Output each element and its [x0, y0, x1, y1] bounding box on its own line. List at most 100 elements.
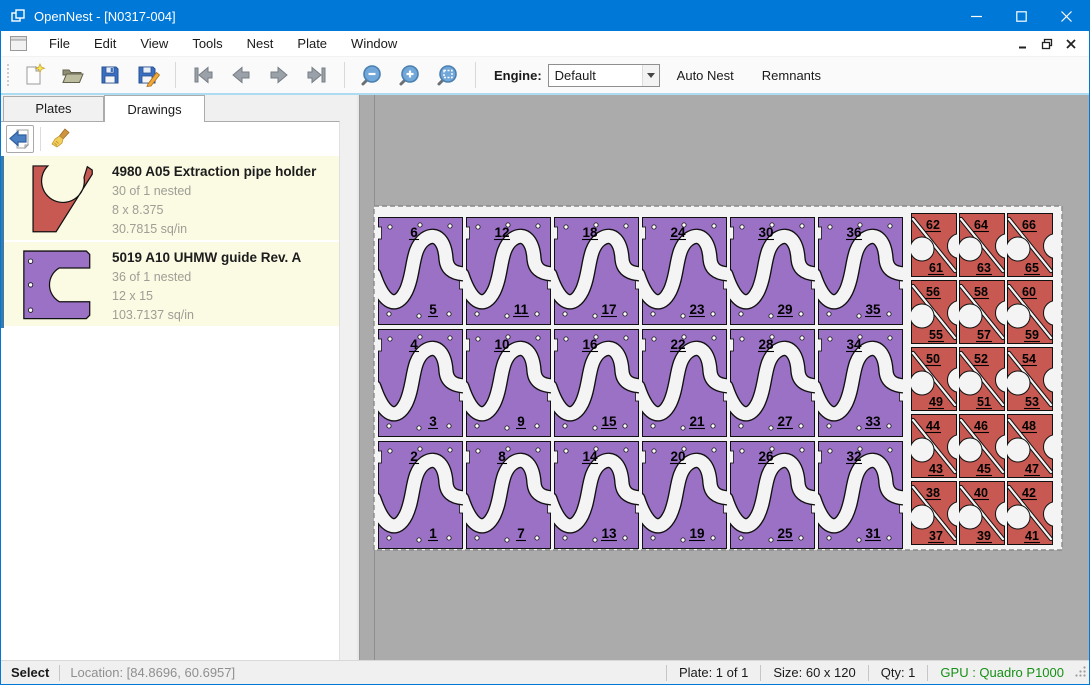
zoom-extents-button[interactable]	[431, 60, 465, 90]
nested-part-pair: 1413	[550, 442, 644, 549]
svg-text:39: 39	[977, 529, 991, 543]
svg-text:32: 32	[846, 449, 861, 464]
svg-text:9: 9	[517, 414, 525, 429]
tab-drawings[interactable]: Drawings	[104, 95, 205, 122]
svg-text:27: 27	[777, 414, 792, 429]
svg-text:12: 12	[494, 225, 509, 240]
engine-dropdown-value: Default	[549, 65, 642, 86]
svg-text:8: 8	[498, 449, 506, 464]
svg-text:1: 1	[429, 526, 437, 541]
clean-broom-icon	[49, 127, 73, 151]
nested-part-pair: 3433	[814, 330, 908, 437]
first-plate-icon	[191, 63, 215, 87]
zoom-out-button[interactable]	[355, 60, 389, 90]
svg-text:46: 46	[974, 419, 988, 433]
maximize-button[interactable]	[999, 1, 1044, 31]
mdi-restore-icon[interactable]	[1037, 35, 1057, 53]
menu-edit[interactable]: Edit	[82, 32, 128, 55]
tab-plates[interactable]: Plates	[3, 96, 104, 121]
svg-text:49: 49	[929, 395, 943, 409]
svg-text:28: 28	[758, 337, 774, 352]
save-as-button[interactable]	[131, 60, 165, 90]
nested-part-pair: 3635	[814, 218, 908, 325]
drawing-nested-count: 30 of 1 nested	[112, 182, 335, 201]
minimize-button[interactable]	[954, 1, 999, 31]
mdi-close-icon[interactable]	[1061, 35, 1081, 53]
svg-text:65: 65	[1025, 261, 1039, 275]
svg-text:47: 47	[1025, 462, 1039, 476]
svg-text:17: 17	[601, 302, 616, 317]
toolbar-grip[interactable]	[5, 62, 11, 88]
nested-part-pair: 2019	[638, 442, 732, 549]
next-plate-icon	[267, 63, 291, 87]
first-plate-button[interactable]	[186, 60, 220, 90]
document-window-icon[interactable]	[10, 36, 27, 51]
toolbar-separator	[40, 127, 41, 151]
menu-window[interactable]: Window	[339, 32, 409, 55]
clean-button[interactable]	[47, 125, 75, 153]
drawing-size: 8 x 8.375	[112, 201, 335, 220]
auto-nest-button[interactable]: Auto Nest	[666, 61, 745, 90]
menu-plate[interactable]: Plate	[285, 32, 339, 55]
save-button[interactable]	[93, 60, 127, 90]
svg-text:51: 51	[977, 395, 991, 409]
svg-text:4: 4	[410, 337, 418, 352]
sidebar-tabstrip: Plates Drawings	[1, 95, 357, 121]
drawing-item-4980[interactable]: 4980 A05 Extraction pipe holder 30 of 1 …	[4, 156, 339, 242]
svg-text:29: 29	[777, 302, 792, 317]
previous-plate-button[interactable]	[224, 60, 258, 90]
statusbar-separator	[760, 665, 761, 681]
nested-part-pair: 87	[462, 442, 556, 549]
engine-dropdown[interactable]: Default	[548, 64, 660, 87]
svg-text:21: 21	[689, 414, 705, 429]
status-mode: Select	[11, 665, 49, 680]
open-button[interactable]	[55, 60, 89, 90]
menu-nest[interactable]: Nest	[235, 32, 286, 55]
zoom-in-button[interactable]	[393, 60, 427, 90]
drawing-thumb-uhmw-guide-icon	[10, 248, 112, 320]
svg-text:18: 18	[582, 225, 598, 240]
drawings-toolbar	[1, 122, 339, 156]
status-plate-count: Plate: 1 of 1	[677, 665, 750, 680]
new-drawing-button[interactable]	[17, 60, 51, 90]
svg-text:30: 30	[758, 225, 773, 240]
drawing-item-5019[interactable]: 5019 A10 UHMW guide Rev. A 36 of 1 neste…	[4, 242, 339, 328]
nested-part-pair: 1615	[550, 330, 644, 437]
svg-text:54: 54	[1022, 352, 1036, 366]
plate-drawing[interactable]: 6512111817242330293635431091615222128273…	[360, 95, 1089, 660]
mdi-minimize-icon[interactable]	[1013, 35, 1033, 53]
svg-text:63: 63	[977, 261, 991, 275]
import-drawing-button[interactable]	[6, 125, 34, 153]
svg-text:60: 60	[1022, 285, 1036, 299]
save-as-icon	[136, 63, 160, 87]
resize-grip[interactable]	[1074, 665, 1087, 681]
svg-text:50: 50	[926, 352, 940, 366]
svg-text:34: 34	[846, 337, 862, 352]
svg-text:53: 53	[1025, 395, 1039, 409]
new-drawing-icon	[22, 63, 46, 87]
svg-text:25: 25	[777, 526, 793, 541]
nested-part-pair: 65	[374, 218, 468, 325]
engine-label: Engine:	[494, 68, 542, 83]
status-gpu: GPU : Quadro P1000	[938, 665, 1066, 680]
menu-file[interactable]: File	[37, 32, 82, 55]
remnants-button[interactable]: Remnants	[751, 61, 832, 90]
zoom-extents-icon	[436, 63, 460, 87]
svg-text:35: 35	[865, 302, 881, 317]
zoom-in-icon	[398, 63, 422, 87]
svg-text:59: 59	[1025, 328, 1039, 342]
svg-text:40: 40	[974, 486, 988, 500]
status-bar: Select Location: [84.8696, 60.6957] Plat…	[1, 660, 1089, 684]
next-plate-button[interactable]	[262, 60, 296, 90]
toolbar-separator	[175, 62, 176, 88]
nest-canvas[interactable]: 6512111817242330293635431091615222128273…	[360, 95, 1089, 660]
svg-text:15: 15	[601, 414, 617, 429]
menu-tools[interactable]: Tools	[180, 32, 234, 55]
nested-part-pair: 109	[462, 330, 556, 437]
svg-text:66: 66	[1022, 218, 1036, 232]
svg-text:3: 3	[429, 414, 437, 429]
menu-view[interactable]: View	[128, 32, 180, 55]
last-plate-button[interactable]	[300, 60, 334, 90]
chevron-down-icon[interactable]	[642, 65, 659, 86]
close-button[interactable]	[1044, 1, 1089, 31]
